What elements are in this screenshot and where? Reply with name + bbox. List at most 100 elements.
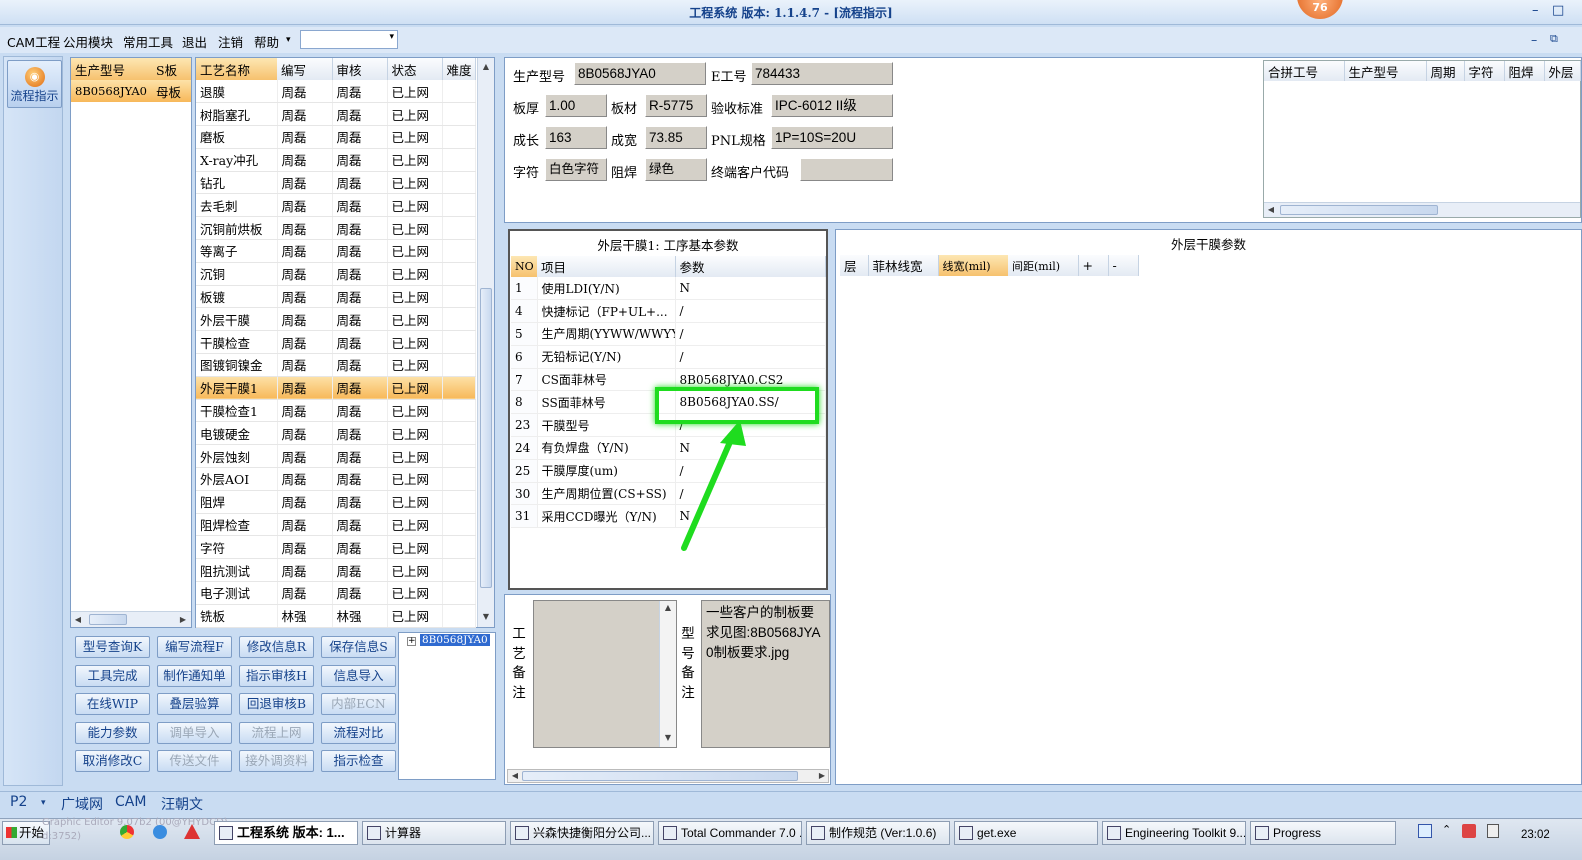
menu-common-tools[interactable]: 常用工具 — [123, 32, 173, 51]
scroll-right-icon[interactable]: ▶ — [815, 769, 829, 783]
scroll-down-icon[interactable]: ▼ — [661, 731, 675, 745]
ie-icon[interactable] — [153, 825, 167, 839]
model-remark-text[interactable]: 一些客户的制板要求见图:8B0568JYA0制板要求.jpg — [701, 600, 830, 748]
remarks-hscrollbar[interactable]: ◀ ▶ — [507, 769, 829, 783]
width-field[interactable]: 73.85 — [645, 126, 707, 149]
process-remark-text[interactable] — [533, 600, 677, 748]
scroll-up-icon[interactable]: ▲ — [479, 60, 493, 74]
col-status[interactable]: 状态 — [387, 58, 443, 80]
chevron-down-icon[interactable]: ▾ — [41, 798, 46, 808]
process-row[interactable]: 退膜 周磊 周磊 已上网 — [196, 80, 476, 104]
action-button[interactable]: 指示检查 — [321, 750, 396, 772]
process-row[interactable]: 电子测试 周磊 周磊 已上网 — [196, 581, 476, 605]
pnl-field[interactable]: 1P=10S=20U — [771, 126, 893, 149]
action-button[interactable]: 修改信息R — [239, 636, 314, 658]
process-row[interactable]: 等离子 周磊 周磊 已上网 — [196, 239, 476, 263]
process-row[interactable]: 沉铜 周磊 周磊 已上网 — [196, 262, 476, 286]
param-row[interactable]: 5 生产周期(YYWW/WWYY) / — [511, 322, 826, 346]
col-reviewer[interactable]: 审核 — [332, 58, 388, 80]
chrome-icon[interactable] — [120, 825, 134, 839]
process-row[interactable]: 外层蚀刻 周磊 周磊 已上网 — [196, 444, 476, 469]
combined-hscrollbar[interactable]: ◀ — [1264, 202, 1580, 217]
action-button[interactable]: 信息导入 — [321, 665, 396, 687]
standard-field[interactable]: IPC-6012 II级 — [771, 94, 893, 117]
model-row[interactable]: 8B0568JYA0 母板 — [71, 80, 191, 102]
col-author[interactable]: 编写 — [277, 58, 333, 80]
tab-wan[interactable]: 广域网 — [61, 794, 103, 814]
process-row[interactable]: 钻孔 周磊 周磊 已上网 — [196, 171, 476, 195]
scroll-down-icon[interactable]: ▼ — [479, 610, 493, 624]
tree-expand-icon[interactable]: + — [407, 637, 416, 646]
col-combined-no[interactable]: 合拼工号 — [1264, 61, 1345, 81]
param-row[interactable]: 4 快捷标记（FP+UL+... / — [511, 299, 826, 324]
tree-node[interactable]: 8B0568JYA0 — [420, 634, 490, 646]
param-row[interactable]: 25 干膜厚度(um) / — [511, 459, 826, 483]
tab-user[interactable]: 汪朝文 — [161, 794, 203, 814]
action-button[interactable]: 回退审核B — [239, 693, 314, 715]
action-button[interactable]: 取消修改C — [75, 750, 150, 772]
minimize-button[interactable]: – — [1532, 3, 1539, 18]
action-button[interactable]: 接外调资料 — [239, 750, 314, 772]
task-get-exe[interactable]: get.exe — [954, 821, 1098, 845]
process-row[interactable]: X-ray冲孔 周磊 周磊 已上网 — [196, 148, 476, 172]
process-row[interactable]: 阻焊检查 周磊 周磊 已上网 — [196, 513, 476, 537]
process-row[interactable]: 板镀 周磊 周磊 已上网 — [196, 285, 476, 309]
menu-logout[interactable]: 注销 — [218, 32, 243, 51]
col-difficulty[interactable]: 难度 — [442, 58, 476, 80]
process-row[interactable]: 树脂塞孔 周磊 周磊 已上网 — [196, 102, 476, 127]
tray-expand-icon[interactable]: ⌃ — [1442, 823, 1451, 836]
mask-field[interactable]: 绿色 — [645, 158, 707, 181]
mdi-minimize-button[interactable]: – — [1531, 32, 1537, 47]
tray-icon[interactable] — [1462, 824, 1476, 838]
action-button[interactable]: 内部ECN — [321, 693, 396, 715]
process-row[interactable]: 外层AOI 周磊 周磊 已上网 — [196, 467, 476, 491]
scroll-thumb[interactable] — [89, 614, 127, 625]
action-button[interactable]: 流程对比 — [321, 722, 396, 744]
col-spacing[interactable]: 间距(mil) — [1008, 255, 1079, 276]
col-combined-outer[interactable]: 外层 — [1544, 61, 1581, 81]
action-button[interactable]: 指示审核H — [239, 665, 314, 687]
col-combined-mask[interactable]: 阻焊 — [1504, 61, 1545, 81]
action-button[interactable]: 传送文件 — [157, 750, 232, 772]
param-row[interactable]: 1 使用LDI(Y/N) N — [511, 277, 826, 301]
col-line-width[interactable]: 线宽(mil) — [938, 255, 1008, 276]
menu-exit[interactable]: 退出 — [182, 32, 207, 51]
scroll-thumb[interactable] — [1280, 205, 1438, 215]
material-field[interactable]: R-5775 — [645, 94, 707, 117]
param-row[interactable]: 30 生产周期位置(CS+SS) / — [511, 482, 826, 506]
col-process-name[interactable]: 工艺名称 — [196, 58, 277, 80]
tray-icon[interactable] — [1418, 824, 1432, 838]
task-engineering-system[interactable]: 工程系统 版本: 1... — [214, 821, 358, 845]
action-button[interactable]: 制作通知单 — [157, 665, 232, 687]
menu-help[interactable]: 帮助 — [254, 32, 279, 51]
process-row[interactable]: 图镀铜镍金 周磊 周磊 已上网 — [196, 353, 476, 377]
scroll-left-icon[interactable]: ◀ — [1264, 203, 1278, 217]
e-number-field[interactable]: 784433 — [751, 62, 893, 85]
model-hscrollbar[interactable]: ◀ ▶ — [71, 611, 191, 627]
col-sboard[interactable]: S板 — [152, 58, 191, 80]
col-param[interactable]: 参数 — [675, 256, 826, 277]
menu-cam[interactable]: CAM工程 — [7, 32, 60, 51]
help-dropdown-icon[interactable]: ▾ — [286, 35, 291, 45]
process-row[interactable]: 阻焊 周磊 周磊 已上网 — [196, 490, 476, 514]
remove-row-button[interactable]: - — [1108, 255, 1139, 276]
tab-cam[interactable]: CAM — [115, 794, 146, 810]
action-button[interactable]: 在线WIP — [75, 693, 150, 715]
col-combined-model[interactable]: 生产型号 — [1344, 61, 1427, 81]
action-button[interactable]: 叠层验算 — [157, 693, 232, 715]
scroll-right-icon[interactable]: ▶ — [176, 613, 190, 627]
customer-code-field[interactable] — [800, 158, 893, 181]
char-field[interactable]: 白色字符 — [545, 158, 607, 181]
action-button[interactable]: 工具完成 — [75, 665, 150, 687]
flow-instruction-button[interactable]: ◉ 流程指示 — [7, 60, 62, 108]
col-combined-char[interactable]: 字符 — [1464, 61, 1505, 81]
col-layer[interactable]: 层 — [840, 255, 869, 276]
remark-vscrollbar[interactable]: ▲ ▼ — [659, 601, 676, 747]
scroll-thumb[interactable] — [522, 771, 798, 781]
task-calculator[interactable]: 计算器 — [362, 821, 506, 845]
col-item[interactable]: 项目 — [537, 256, 676, 277]
process-row[interactable]: 铣板 林强 林强 已上网 — [196, 604, 476, 628]
process-row[interactable]: 去毛刺 周磊 周磊 已上网 — [196, 193, 476, 218]
action-button[interactable]: 流程上网 — [239, 722, 314, 744]
task-engineering-toolkit[interactable]: Engineering Toolkit 9.... — [1102, 821, 1246, 845]
